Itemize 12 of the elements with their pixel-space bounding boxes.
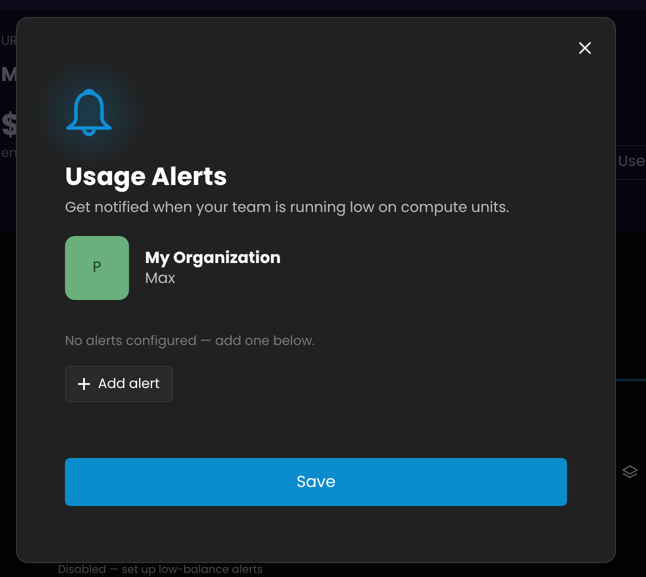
column-heading: Use <box>618 151 646 174</box>
save-button[interactable]: Save <box>65 458 567 506</box>
member-name: Max <box>145 269 176 289</box>
plus-icon <box>78 378 90 390</box>
organization-name: My Organization <box>145 247 281 269</box>
dialog-description: Get notified when your team is running low on compute units. <box>65 198 510 218</box>
dialog-title: Usage Alerts <box>65 160 228 194</box>
status-text: Disabled — set up low-balance alerts <box>58 562 263 576</box>
organization-avatar: P <box>65 236 129 300</box>
add-alert-button[interactable]: Add alert <box>65 366 173 402</box>
empty-message: No alerts configured — add one below. <box>65 332 316 350</box>
layers-icon[interactable] <box>621 464 639 480</box>
